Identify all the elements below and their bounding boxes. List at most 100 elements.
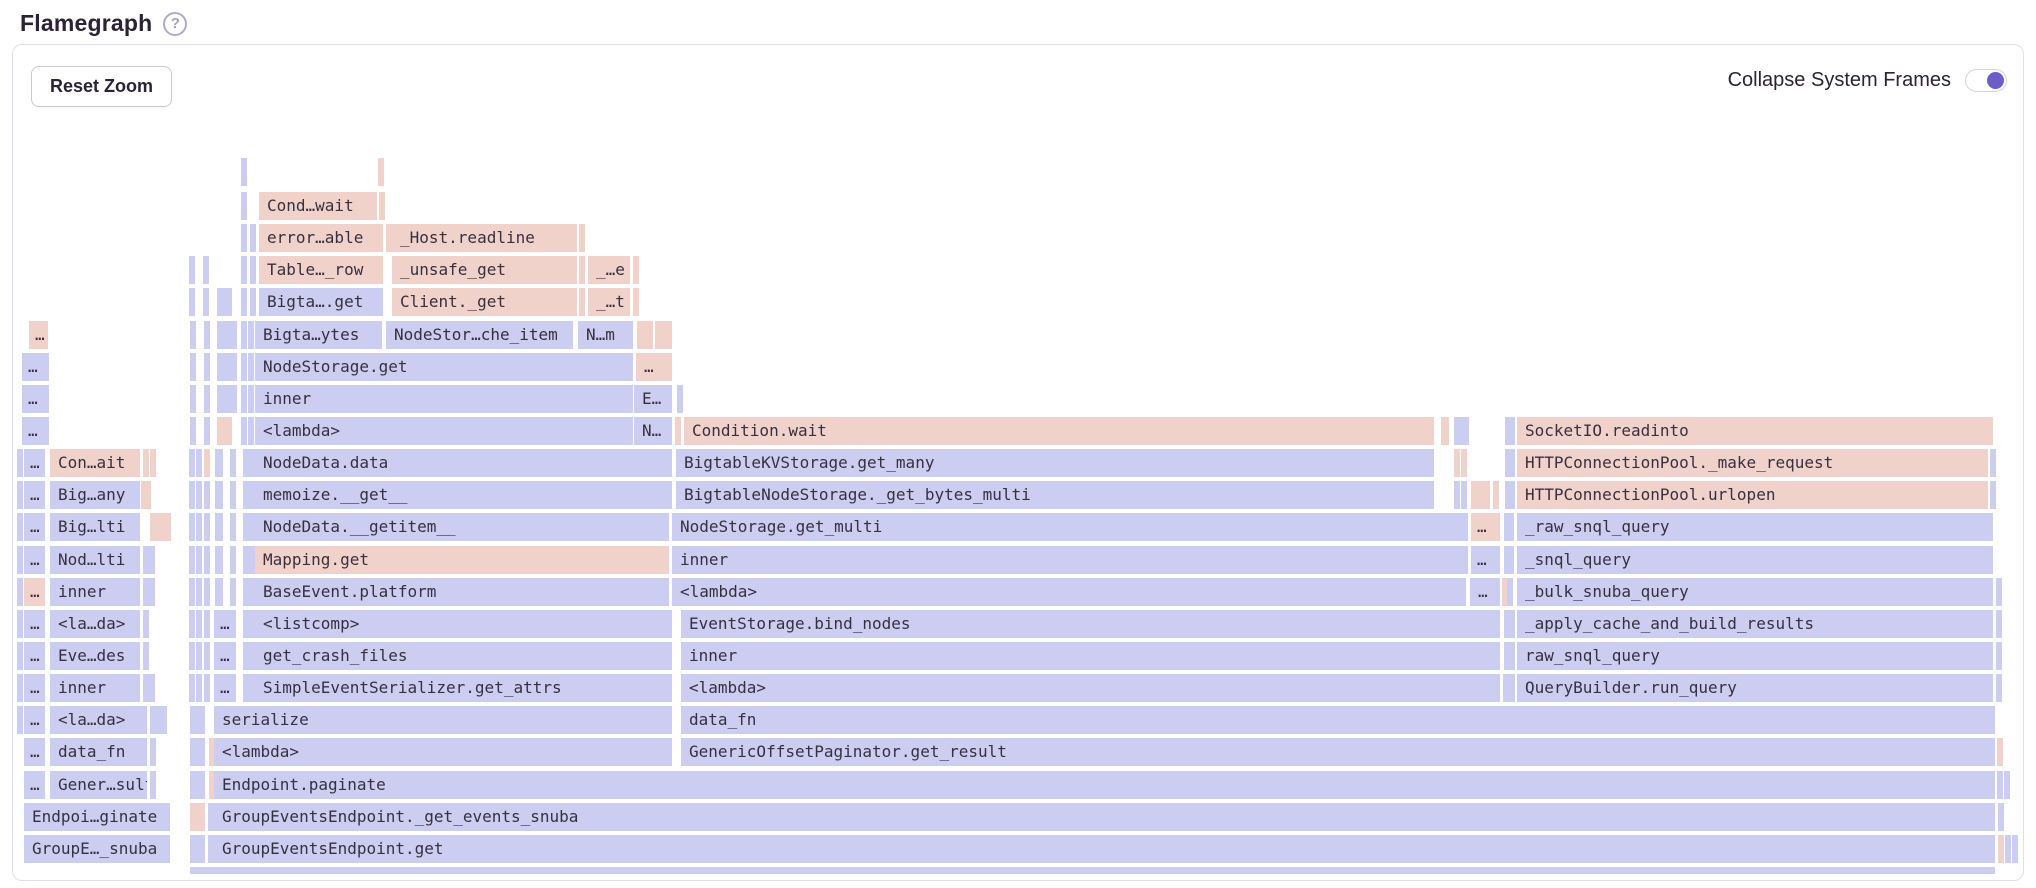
flame-frame[interactable]	[248, 321, 254, 349]
flame-frame[interactable]	[217, 321, 237, 349]
flame-frame[interactable]	[241, 224, 247, 252]
flame-frame[interactable]	[189, 578, 195, 606]
flame-frame[interactable]: Gener…sult	[50, 771, 147, 799]
flame-frame[interactable]	[189, 513, 195, 541]
flame-frame[interactable]	[677, 385, 683, 413]
flame-frame[interactable]: …	[24, 546, 45, 574]
flame-frame[interactable]: …	[24, 610, 45, 638]
flame-frame[interactable]	[196, 546, 202, 574]
flame-frame[interactable]: Client._get	[392, 288, 577, 316]
flame-frame[interactable]	[1998, 803, 2004, 831]
flame-frame[interactable]	[190, 353, 196, 381]
flame-frame[interactable]: Cond…wait	[259, 192, 377, 220]
flame-frame[interactable]: GroupE…_snuba	[24, 835, 170, 863]
flame-frame[interactable]	[190, 417, 196, 445]
flame-frame[interactable]: NodeData.__getitem__	[255, 513, 669, 541]
flame-frame[interactable]	[579, 288, 585, 316]
flame-frame[interactable]	[1509, 449, 1515, 477]
flame-frame[interactable]	[1997, 738, 2003, 766]
flame-frame[interactable]	[190, 867, 1995, 874]
flame-frame[interactable]	[215, 546, 223, 574]
flame-frame[interactable]	[250, 256, 256, 284]
flame-frame[interactable]	[143, 449, 149, 477]
flame-frame[interactable]: …	[29, 321, 48, 349]
flame-frame[interactable]: memoize.__get__	[255, 481, 672, 509]
flame-frame[interactable]: serialize	[214, 706, 672, 734]
flame-frame[interactable]: …	[1471, 546, 1500, 574]
flame-frame[interactable]	[196, 513, 202, 541]
flame-frame[interactable]: Big…any	[50, 481, 140, 509]
flame-frame[interactable]	[17, 449, 23, 477]
flame-frame[interactable]	[204, 674, 210, 702]
flame-frame[interactable]	[17, 706, 23, 734]
flame-frame[interactable]: …	[24, 771, 45, 799]
flame-frame[interactable]	[655, 321, 672, 349]
flame-frame[interactable]: data_fn	[681, 706, 1995, 734]
flame-frame[interactable]	[17, 610, 23, 638]
flame-frame[interactable]: …	[214, 642, 236, 670]
flame-frame[interactable]	[637, 321, 653, 349]
flame-frame[interactable]: Bigta…ytes	[255, 321, 382, 349]
flame-frame[interactable]: <lambda>	[672, 578, 1466, 606]
flame-frame[interactable]	[579, 224, 585, 252]
flame-frame[interactable]	[190, 738, 205, 766]
flame-frame[interactable]	[230, 449, 236, 477]
flame-frame[interactable]	[203, 288, 209, 316]
flame-frame[interactable]: BaseEvent.platform	[255, 578, 669, 606]
flame-frame[interactable]	[149, 578, 155, 606]
flame-frame[interactable]	[190, 835, 205, 863]
flame-frame[interactable]	[241, 353, 247, 381]
flame-frame[interactable]	[2012, 835, 2018, 863]
flame-frame[interactable]	[204, 481, 210, 509]
flame-frame[interactable]: …	[22, 353, 49, 381]
flame-frame[interactable]	[248, 417, 254, 445]
flame-frame[interactable]	[204, 353, 210, 381]
flame-frame[interactable]	[150, 449, 156, 477]
flame-frame[interactable]: …	[22, 417, 49, 445]
flame-frame[interactable]	[196, 449, 202, 477]
flame-frame[interactable]	[204, 513, 210, 541]
flame-frame[interactable]: …	[1470, 578, 1500, 606]
flame-frame[interactable]	[1508, 546, 1514, 574]
flamegraph-canvas[interactable]: Cond…waiterror…able_Host.readlineTable…_…	[13, 45, 2023, 880]
flame-frame[interactable]: Bigta….get	[259, 288, 383, 316]
flame-frame[interactable]: _raw_snql_query	[1517, 513, 1993, 541]
flame-frame[interactable]: <listcomp>	[255, 610, 672, 638]
flame-frame[interactable]: Endpoint.paginate	[214, 771, 1995, 799]
flame-frame[interactable]	[150, 706, 167, 734]
flame-frame[interactable]	[1996, 642, 2002, 670]
flame-frame[interactable]	[248, 385, 254, 413]
flame-frame[interactable]	[217, 385, 237, 413]
flame-frame[interactable]	[1461, 481, 1467, 509]
flame-frame[interactable]	[17, 513, 23, 541]
flame-frame[interactable]	[2004, 771, 2010, 799]
flame-frame[interactable]: <la…da>	[50, 706, 147, 734]
flame-frame[interactable]	[241, 385, 247, 413]
flame-frame[interactable]: …	[1471, 513, 1500, 541]
flame-frame[interactable]	[217, 353, 237, 381]
flame-frame[interactable]: …	[24, 738, 45, 766]
flame-frame[interactable]: inner	[681, 642, 1500, 670]
flame-frame[interactable]	[1996, 578, 2002, 606]
flame-frame[interactable]	[215, 513, 223, 541]
flame-frame[interactable]	[248, 353, 254, 381]
flame-frame[interactable]	[1997, 771, 2003, 799]
flame-frame[interactable]: HTTPConnectionPool._make_request	[1517, 449, 1988, 477]
flame-frame[interactable]: _apply_cache_and_build_results	[1517, 610, 1993, 638]
flame-frame[interactable]	[241, 321, 247, 349]
flame-frame[interactable]	[189, 674, 195, 702]
flame-frame[interactable]	[189, 449, 195, 477]
flame-frame[interactable]	[190, 771, 205, 799]
flame-frame[interactable]	[196, 481, 202, 509]
flame-frame[interactable]	[230, 546, 236, 574]
flame-frame[interactable]	[1507, 578, 1513, 606]
flame-frame[interactable]: GenericOffsetPaginator.get_result	[681, 738, 1995, 766]
flame-frame[interactable]	[203, 256, 209, 284]
flame-frame[interactable]	[1461, 449, 1467, 477]
flame-frame[interactable]	[189, 288, 195, 316]
flame-frame[interactable]	[17, 674, 23, 702]
flame-frame[interactable]	[230, 513, 236, 541]
flame-frame[interactable]: …	[22, 385, 49, 413]
flame-frame[interactable]: GroupEventsEndpoint._get_events_snuba	[214, 803, 1995, 831]
flame-frame[interactable]	[1454, 481, 1460, 509]
